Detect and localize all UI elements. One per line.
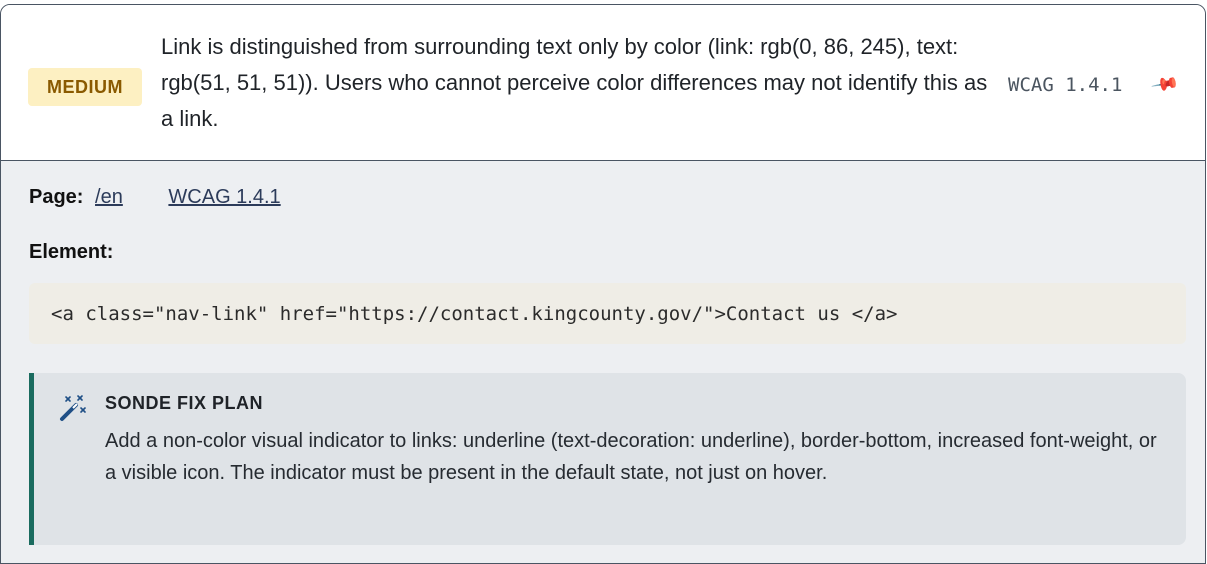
severity-badge: MEDIUM [28,68,142,106]
element-code: <a class="nav-link" href="https://contac… [29,283,1186,344]
fix-plan-body: Add a non-color visual indicator to link… [105,430,1157,484]
fix-plan-title: SONDE FIX PLAN [105,393,264,413]
pin-icon[interactable]: 📌 [1150,69,1181,99]
page-label: Page: [29,186,84,208]
magic-wand-icon [60,395,86,421]
page-info: Page: /en WCAG 1.4.1 [29,186,281,209]
wcag-criterion-tag: WCAG 1.4.1 [1008,74,1123,96]
fix-plan-panel: SONDE FIX PLAN Add a non-color visual in… [29,373,1186,545]
issue-message: Link is distinguished from surrounding t… [161,34,988,131]
element-label: Element: [29,241,114,263]
page-link[interactable]: /en [95,186,123,208]
issue-header[interactable]: MEDIUM Link is distinguished from surrou… [1,5,1205,161]
wcag-link[interactable]: WCAG 1.4.1 [168,186,280,208]
issue-card: MEDIUM Link is distinguished from surrou… [0,4,1206,564]
